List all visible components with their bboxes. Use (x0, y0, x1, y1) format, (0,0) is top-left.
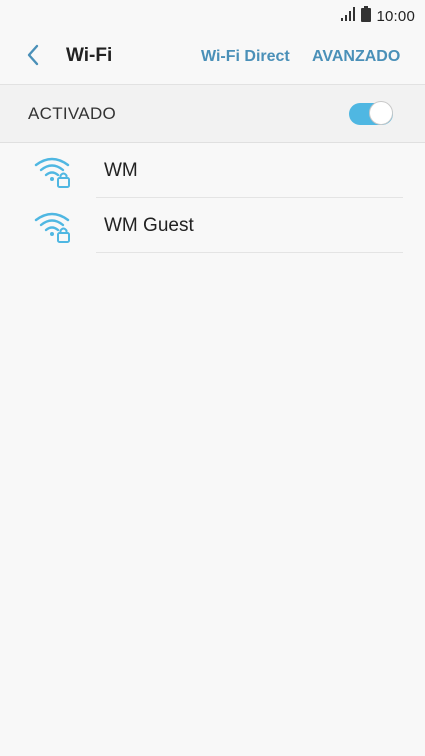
network-name: WM Guest (104, 215, 194, 236)
status-bar: 10:00 (0, 0, 425, 30)
chevron-left-icon (26, 44, 40, 71)
master-switch-label: ACTIVADO (28, 104, 117, 123)
back-button[interactable] (20, 44, 46, 70)
network-list: WM WM Guest (0, 143, 425, 253)
network-name: WM (104, 160, 138, 181)
page-title: Wi-Fi (66, 45, 113, 66)
network-item-wm-guest[interactable]: WM Guest (0, 198, 425, 253)
wifi-locked-icon (34, 155, 72, 189)
battery-icon (361, 6, 372, 27)
status-time: 10:00 (376, 8, 415, 25)
wifi-toggle[interactable] (349, 101, 395, 127)
app-bar: Wi-Fi Wi-Fi Direct AVANZADO (0, 30, 425, 85)
network-item-wm[interactable]: WM (0, 143, 425, 198)
wifi-settings-screen: 10:00 Wi-Fi Wi-Fi Direct AVANZADO ACTIVA… (0, 0, 425, 756)
status-icons: 10:00 (340, 6, 415, 27)
wifi-master-switch-row[interactable]: ACTIVADO (0, 85, 425, 143)
wifi-direct-button[interactable]: Wi-Fi Direct (201, 48, 290, 66)
signal-icon (340, 7, 356, 26)
wifi-locked-icon (34, 210, 72, 244)
advanced-button[interactable]: AVANZADO (312, 48, 400, 66)
toggle-knob (369, 101, 393, 125)
list-divider (96, 252, 403, 253)
